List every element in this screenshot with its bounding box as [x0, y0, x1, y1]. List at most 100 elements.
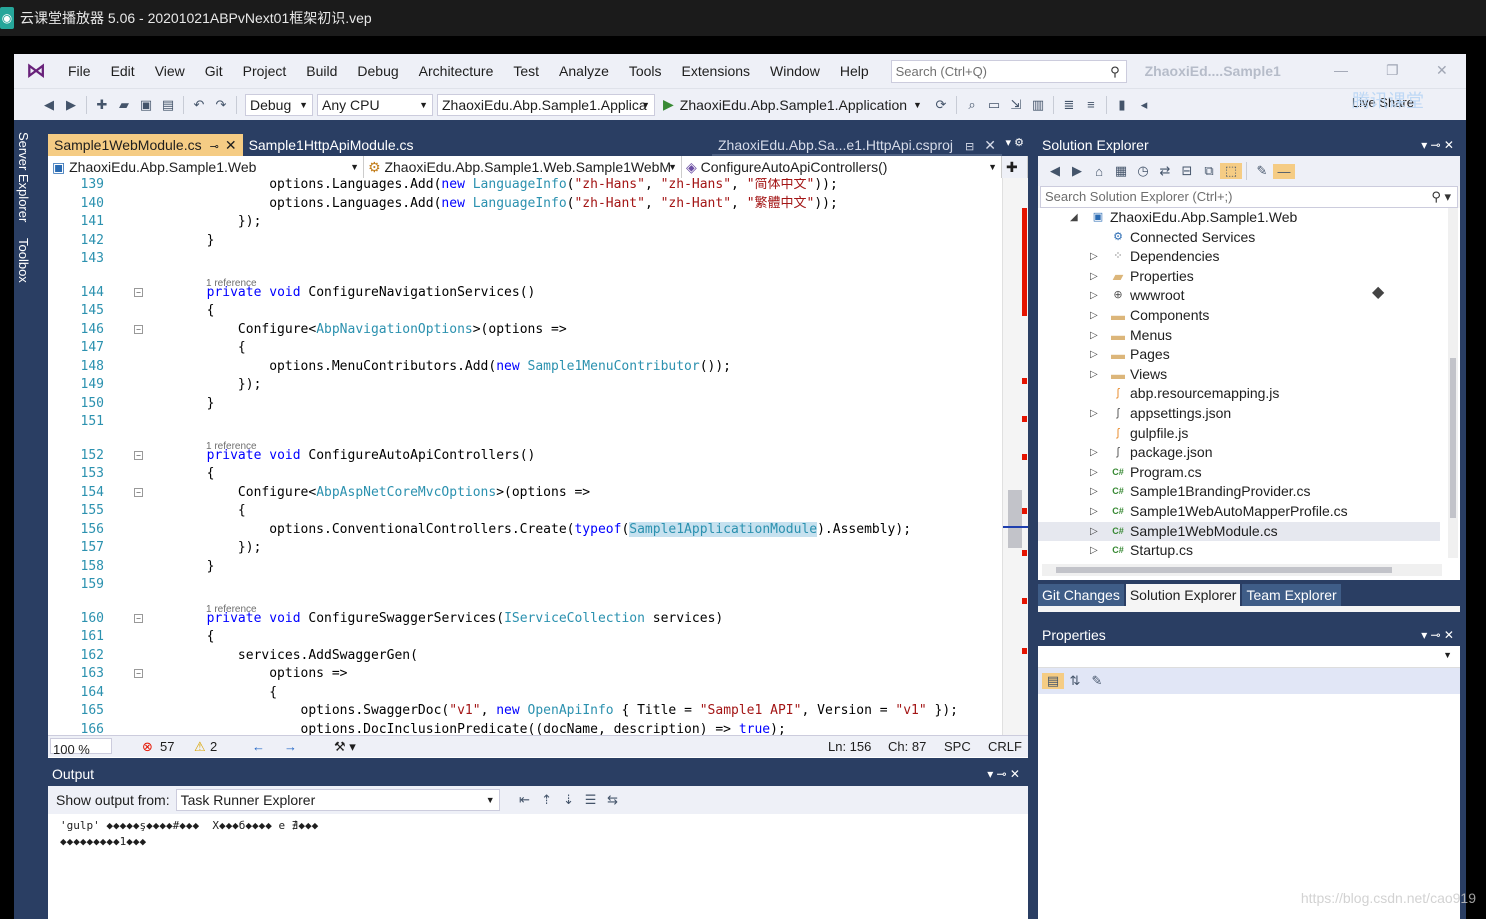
menu-debug[interactable]: Debug: [347, 63, 408, 79]
toolbox-tab[interactable]: Toolbox: [16, 238, 31, 283]
back-icon[interactable]: ◀: [1044, 163, 1066, 179]
menu-project[interactable]: Project: [233, 63, 297, 79]
collapse-toggle-icon[interactable]: −: [134, 487, 143, 497]
forward-icon[interactable]: ▶: [1066, 163, 1088, 179]
tree-item[interactable]: ▷ C# Sample1WebAutoMapperProfile.cs: [1090, 502, 1440, 521]
menu-window[interactable]: Window: [760, 63, 830, 79]
minimize-icon[interactable]: —: [1334, 62, 1348, 78]
close-tab-icon[interactable]: ✕: [984, 137, 996, 153]
switch-views-icon[interactable]: ▦: [1110, 163, 1132, 179]
menu-view[interactable]: View: [145, 63, 195, 79]
tab-team-explorer[interactable]: Team Explorer: [1242, 584, 1341, 606]
show-all-files-icon[interactable]: ⧉: [1198, 163, 1220, 179]
code-cleanup-icon[interactable]: ⚒ ▾: [334, 739, 356, 755]
tree-item[interactable]: ▷ ▬ Components: [1090, 306, 1440, 325]
scrollbar-thumb[interactable]: [1008, 490, 1022, 548]
undo-icon[interactable]: ↶: [188, 97, 210, 113]
screen-icon[interactable]: ▭: [983, 97, 1005, 113]
back-icon[interactable]: ◀: [38, 97, 60, 113]
code-area[interactable]: 139 options.Languages.Add(new LanguageIn…: [48, 178, 1028, 735]
clear-all-icon[interactable]: ☰: [580, 792, 602, 808]
menu-architecture[interactable]: Architecture: [409, 63, 504, 79]
menu-help[interactable]: Help: [830, 63, 879, 79]
forward-icon[interactable]: ▶: [60, 97, 82, 113]
expand-arrow-icon[interactable]: ▷: [1090, 286, 1100, 305]
find-message-icon[interactable]: ⇤: [514, 792, 536, 808]
collapse-all-icon[interactable]: ⊟: [1176, 163, 1198, 179]
tab-git-changes[interactable]: Git Changes: [1038, 584, 1124, 606]
panel-controls-icon[interactable]: ▾ ⊸ ✕: [987, 762, 1020, 786]
preview-selected-icon[interactable]: ⬚: [1220, 163, 1242, 179]
maximize-icon[interactable]: ❐: [1386, 62, 1399, 79]
bookmark-icon[interactable]: ▮: [1111, 97, 1133, 113]
tree-item[interactable]: ▷ ▬ Pages: [1090, 345, 1440, 364]
expand-arrow-icon[interactable]: ▷: [1090, 306, 1100, 325]
expand-arrow-icon[interactable]: ▷: [1090, 267, 1100, 286]
word-wrap-icon[interactable]: ⇆: [602, 792, 624, 808]
layout-icon[interactable]: ▥: [1027, 97, 1049, 113]
error-count[interactable]: 57: [160, 739, 174, 754]
expand-arrow-icon[interactable]: ▷: [1090, 365, 1100, 384]
menu-build[interactable]: Build: [296, 63, 347, 79]
output-source-select[interactable]: Task Runner Explorer ▼: [175, 789, 500, 811]
minimize-icon[interactable]: —: [1273, 163, 1295, 179]
expand-arrow-icon[interactable]: ▷: [1090, 502, 1100, 521]
keep-open-icon[interactable]: ⊟: [965, 141, 974, 153]
tree-item[interactable]: ▷ ʃ package.json: [1090, 443, 1440, 462]
nav-forward-icon[interactable]: →: [284, 739, 297, 754]
tree-item[interactable]: ▷ C# Startup.cs: [1090, 541, 1440, 560]
menu-test[interactable]: Test: [503, 63, 549, 79]
expand-arrow-icon[interactable]: ▷: [1090, 463, 1100, 482]
expand-arrow-icon[interactable]: ◢: [1070, 208, 1080, 227]
nav-back-icon[interactable]: ←: [252, 739, 265, 754]
close-tab-icon[interactable]: ✕: [225, 137, 237, 153]
tree-item[interactable]: ʃ abp.resourcemapping.js: [1090, 384, 1440, 403]
save-all-icon[interactable]: ▤: [157, 97, 179, 113]
panel-controls-icon[interactable]: ▾ ⊸ ✕: [1421, 134, 1454, 156]
expand-arrow-icon[interactable]: ▷: [1090, 404, 1100, 423]
expand-arrow-icon[interactable]: ▷: [1090, 541, 1100, 560]
outdent-icon[interactable]: ≡: [1080, 97, 1102, 112]
platform-select[interactable]: Any CPU ▼: [317, 93, 433, 116]
tree-item[interactable]: ▷ ⊕ wwwroot: [1090, 286, 1440, 305]
warning-count[interactable]: 2: [210, 739, 217, 754]
tab-sample1webmodule[interactable]: Sample1WebModule.cs ⊸ ✕: [48, 134, 243, 156]
tab-overflow-icon[interactable]: ▾ ⚙: [1006, 136, 1024, 149]
member-nav-select[interactable]: ◈ ConfigureAutoApiControllers() ▼: [682, 156, 1002, 178]
new-project-icon[interactable]: ✚: [91, 97, 113, 113]
editor-vertical-scrollbar[interactable]: [1002, 178, 1028, 735]
type-nav-select[interactable]: ⚙ ZhaoxiEdu.Abp.Sample1.Web.Sample1WebM ▼: [364, 156, 682, 178]
home-icon[interactable]: ⌂: [1088, 164, 1110, 179]
tree-vertical-scrollbar[interactable]: [1448, 208, 1458, 558]
menu-file[interactable]: File: [58, 63, 101, 79]
tab-httpapi-csproj[interactable]: ZhaoxiEdu.Abp.Sa...e1.HttpApi.csproj ⊟ ✕: [712, 134, 1002, 156]
error-icon[interactable]: ⊗: [142, 739, 153, 755]
collapse-toggle-icon[interactable]: −: [134, 287, 143, 297]
sync-icon[interactable]: ⇄: [1154, 163, 1176, 179]
collapse-toggle-icon[interactable]: −: [134, 450, 143, 460]
split-window-icon[interactable]: ✚: [1002, 156, 1028, 178]
collapse-toggle-icon[interactable]: −: [134, 669, 143, 678]
prev-message-icon[interactable]: ⇡: [536, 792, 558, 808]
tree-item[interactable]: ʃ gulpfile.js: [1090, 424, 1440, 443]
pending-changes-icon[interactable]: ◷: [1132, 163, 1154, 179]
tree-item[interactable]: ▷ ʃ appsettings.json: [1090, 404, 1440, 423]
collapse-toggle-icon[interactable]: −: [134, 613, 143, 623]
expand-arrow-icon[interactable]: ▷: [1090, 326, 1100, 345]
zoom-select[interactable]: 100 %: [50, 738, 112, 757]
tree-horizontal-scrollbar[interactable]: [1042, 564, 1442, 576]
pin-icon[interactable]: ⊸: [210, 141, 219, 153]
expand-arrow-icon[interactable]: ▷: [1090, 482, 1100, 501]
categorized-icon[interactable]: ▤: [1042, 673, 1064, 689]
solution-search-input[interactable]: Search Solution Explorer (Ctrl+;) ⚲ ▾: [1040, 186, 1458, 208]
project-nav-select[interactable]: ▣ ZhaoxiEdu.Abp.Sample1.Web ▼: [48, 156, 364, 178]
tree-item[interactable]: ▷ C# Program.cs: [1090, 463, 1440, 482]
search-input[interactable]: Search (Ctrl+Q) ⚲: [890, 59, 1127, 83]
property-pages-icon[interactable]: ✎: [1086, 673, 1108, 689]
panel-controls-icon[interactable]: ▾ ⊸ ✕: [1421, 624, 1454, 646]
menu-edit[interactable]: Edit: [101, 63, 145, 79]
properties-object-select[interactable]: ▼: [1038, 646, 1460, 668]
tree-item[interactable]: ▷ C# Sample1WebModule.cs: [1038, 521, 1440, 541]
collapse-toggle-icon[interactable]: −: [134, 324, 143, 334]
configuration-select[interactable]: Debug ▼: [245, 93, 313, 116]
